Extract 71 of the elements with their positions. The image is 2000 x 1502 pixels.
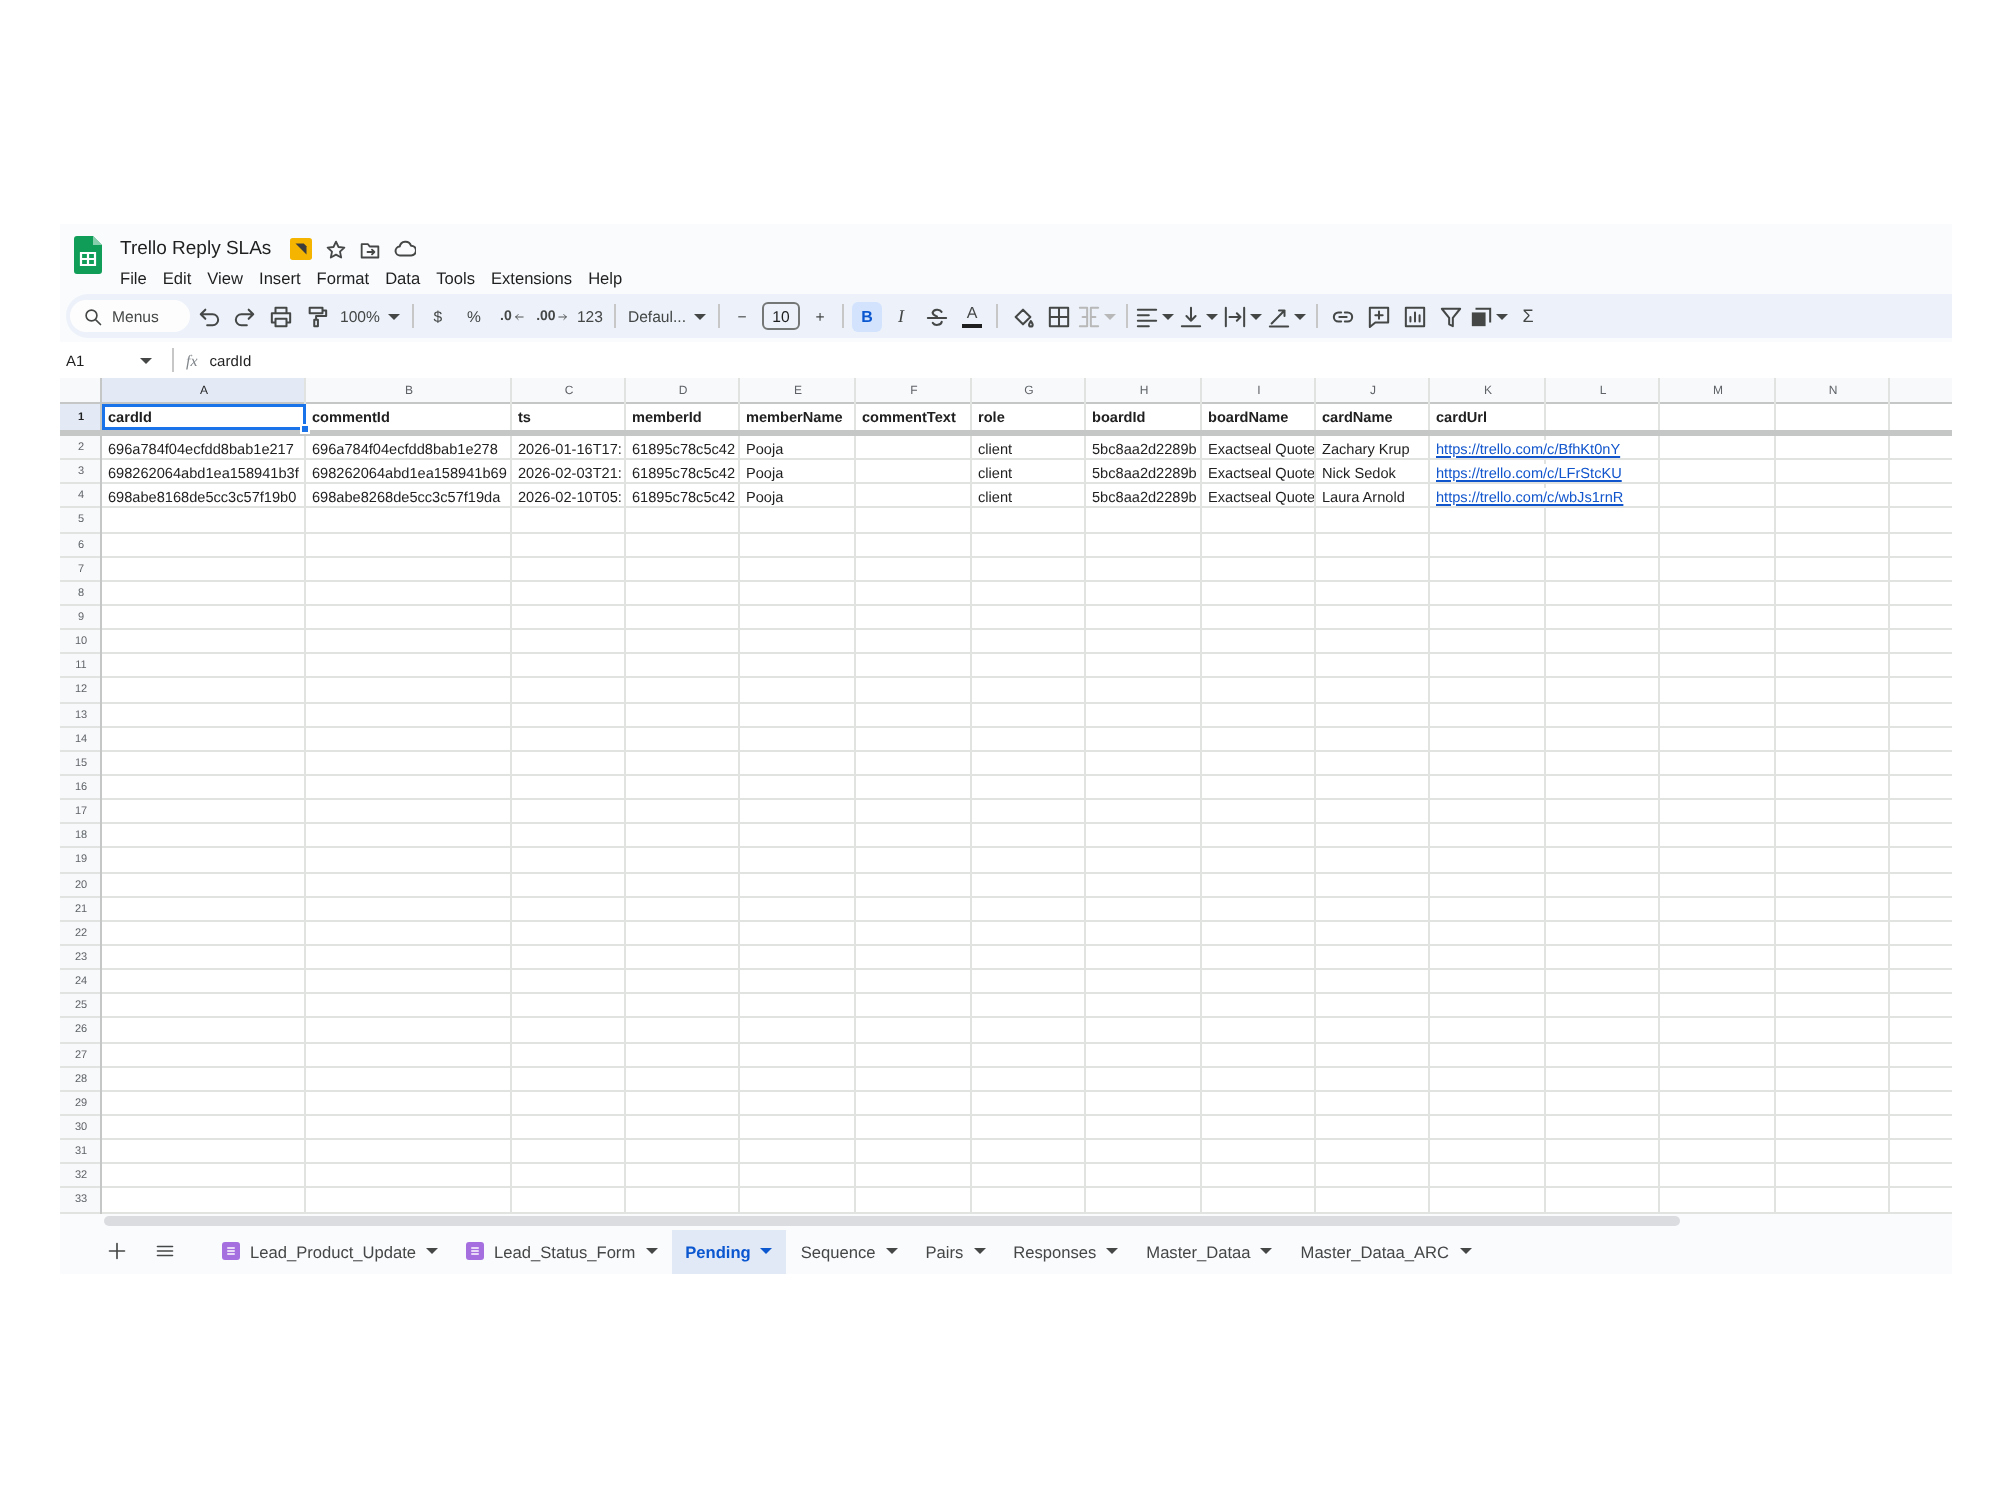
text-wrap-icon — [1224, 305, 1246, 327]
fill-handle[interactable] — [300, 424, 310, 434]
search-icon — [84, 307, 102, 325]
sheet-tab[interactable]: Master_Dataa_ARC — [1286, 1229, 1486, 1274]
align-left-icon — [1136, 305, 1158, 327]
align-bottom-icon — [1180, 305, 1202, 327]
italic-button[interactable]: I — [886, 301, 916, 331]
label-icon[interactable] — [289, 238, 312, 260]
caret-icon — [1206, 313, 1218, 319]
caret-icon — [645, 1248, 658, 1255]
paint-roller-icon — [305, 305, 327, 327]
caret-icon — [140, 357, 152, 363]
strikethrough-icon — [925, 305, 947, 327]
bold-button[interactable]: B — [852, 301, 882, 331]
functions-button[interactable]: Σ — [1512, 298, 1544, 334]
sheet-tab[interactable]: Pairs — [911, 1229, 1000, 1274]
menu-item[interactable]: View — [199, 266, 252, 290]
form-icon — [222, 1242, 240, 1261]
caret-icon — [1260, 1248, 1273, 1255]
link-icon — [1331, 305, 1353, 327]
menu-item[interactable]: Help — [580, 266, 631, 290]
sheet-tab[interactable]: Lead_Product_Update — [208, 1229, 453, 1274]
filter-icon — [1439, 305, 1461, 327]
caret-icon — [1496, 313, 1508, 319]
text-color-button[interactable]: A — [956, 298, 988, 334]
sheet-tab[interactable]: Master_Dataa — [1132, 1229, 1287, 1274]
caret-icon — [1162, 313, 1174, 319]
sheet-tab[interactable]: Lead_Status_Form — [452, 1229, 672, 1274]
cloud-icon[interactable] — [393, 238, 416, 260]
caret-icon — [760, 1248, 773, 1255]
sheet-tab[interactable]: Pending — [671, 1229, 787, 1274]
redo-icon — [233, 305, 255, 327]
filter-views-icon — [1470, 305, 1492, 327]
comment-icon — [1367, 305, 1389, 327]
caret-icon — [973, 1248, 986, 1255]
menu-item[interactable]: File — [112, 266, 155, 290]
menu-item[interactable]: Extensions — [482, 266, 581, 290]
star-icon[interactable] — [325, 239, 346, 259]
caret-icon — [387, 313, 400, 319]
menu-icon — [155, 1242, 173, 1261]
sheet-tab[interactable]: Sequence — [786, 1229, 912, 1274]
arrow-icon — [557, 311, 568, 321]
caret-icon — [694, 313, 706, 319]
caret-icon — [1104, 313, 1116, 319]
sheet-tab[interactable]: Responses — [999, 1229, 1133, 1274]
form-icon — [466, 1242, 485, 1261]
caret-icon — [1459, 1248, 1472, 1255]
grid-icon — [1047, 305, 1069, 327]
document-title[interactable]: Trello Reply SLAs — [120, 238, 272, 260]
menu-item[interactable]: Data — [377, 266, 429, 290]
spreadsheet-logo-icon[interactable] — [74, 236, 102, 274]
text-rotation-icon — [1268, 305, 1290, 327]
caret-icon — [1250, 313, 1262, 319]
undo-icon — [197, 305, 219, 327]
printer-icon — [269, 305, 291, 327]
caret-icon — [1294, 313, 1306, 319]
arrow-icon — [513, 311, 524, 321]
merge-icon — [1078, 305, 1100, 327]
caret-icon — [426, 1248, 439, 1255]
function-label: fx — [186, 351, 198, 369]
caret-icon — [885, 1248, 898, 1255]
paint-bucket-icon — [1011, 305, 1033, 327]
caret-icon — [1106, 1248, 1119, 1255]
chart-icon — [1403, 305, 1425, 327]
folder-icon[interactable] — [359, 239, 380, 259]
menu-item[interactable]: Edit — [154, 266, 200, 290]
scrollbar[interactable] — [104, 1215, 1680, 1225]
plus-icon — [107, 1242, 125, 1261]
menu-item[interactable]: Format — [308, 266, 378, 290]
menu-item[interactable]: Insert — [251, 266, 309, 290]
menu-item[interactable]: Tools — [428, 266, 483, 290]
